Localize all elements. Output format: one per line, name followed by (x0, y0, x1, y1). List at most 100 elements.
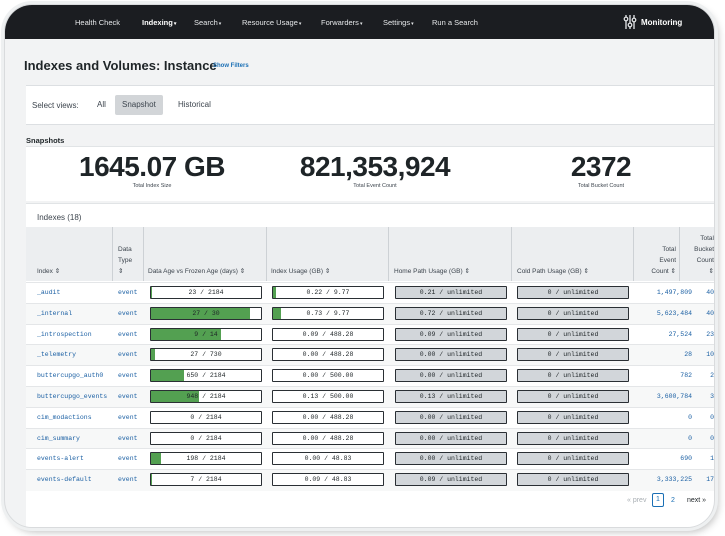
nav-forwarders[interactable]: Forwarders▾ (321, 18, 362, 27)
index-name-link[interactable]: _introspection (37, 331, 92, 338)
event-count-cell[interactable]: 690 (680, 455, 692, 462)
nav-label: Search (194, 18, 218, 27)
bucket-count-cell[interactable]: 40 (694, 289, 714, 296)
index-usage-bar: 0.00 / 48.83 (272, 452, 384, 466)
home-path-bar: 0.09 / unlimited (395, 327, 507, 341)
bucket-count-cell[interactable]: 23 (694, 331, 714, 338)
col-header-bucket-count[interactable]: Total Bucket Count ⇕ (694, 233, 714, 277)
header-line: Total (662, 246, 676, 253)
index-name-link[interactable]: cim_modactions (37, 414, 92, 421)
home-path-bar: 0.00 / unlimited (395, 348, 507, 362)
col-header-data-type[interactable]: Data Type ⇕ (118, 244, 132, 277)
data-age-text: 198 / 2184 (186, 455, 226, 463)
bucket-count-cell[interactable]: 0 (694, 435, 714, 442)
event-count-cell[interactable]: 5,623,484 (657, 310, 692, 317)
pagination-prev[interactable]: « prev (627, 497, 646, 504)
kpi-value: 2372 (570, 151, 632, 182)
index-usage-bar: 0.00 / 488.28 (272, 348, 384, 362)
data-age-text: 650 / 2184 (186, 372, 226, 380)
nav-indexing[interactable]: Indexing▾ (142, 18, 176, 27)
index-name-link[interactable]: events-default (37, 476, 92, 483)
data-age-text: 9 / 14 (194, 330, 218, 338)
column-divider (266, 227, 267, 281)
col-header-cold-path[interactable]: Cold Path Usage (GB) ⇕ (517, 266, 589, 277)
nav-health-check[interactable]: Health Check (75, 18, 120, 27)
header-line: Type (118, 257, 133, 264)
select-views-panel: Select views: All Snapshot Historical (26, 85, 714, 125)
index-usage-text: 0.00 / 488.28 (302, 413, 354, 421)
index-name-link[interactable]: buttercupgo_events (37, 393, 107, 400)
data-age-text: 27 / 730 (190, 351, 222, 359)
cold-path-bar: 0 / unlimited (517, 431, 629, 445)
home-path-text: 0.09 / unlimited (419, 476, 483, 484)
nav-label: Indexing (142, 18, 173, 27)
home-path-bar: 0.00 / unlimited (395, 369, 507, 383)
sort-icon: ⇕ (708, 268, 714, 275)
cold-path-text: 0 / unlimited (547, 393, 599, 400)
view-option-snapshot[interactable]: Snapshot (115, 95, 163, 115)
nav-resource-usage[interactable]: Resource Usage▾ (242, 18, 301, 27)
view-option-historical[interactable]: Historical (171, 95, 218, 115)
index-usage-text: 0.00 / 48.83 (304, 455, 352, 463)
nav-run-a-search[interactable]: Run a Search (432, 18, 478, 27)
cold-path-bar: 0 / unlimited (517, 452, 629, 466)
index-name-link[interactable]: _internal (37, 310, 72, 317)
index-name-link[interactable]: events-alert (37, 455, 84, 462)
nav-search[interactable]: Search▾ (194, 18, 221, 27)
bucket-count-cell[interactable]: 17 (694, 476, 714, 483)
nav-settings[interactable]: Settings▾ (383, 18, 414, 27)
cold-path-text: 0 / unlimited (547, 351, 599, 359)
table-row: events-alert event 198 / 2184 0.00 / 48.83 0… (26, 448, 714, 470)
event-count-cell[interactable]: 3,600,784 (657, 393, 692, 400)
data-type-cell: event (118, 372, 138, 380)
kpi-total-event-count: 821,353,924 Total Event Count (275, 151, 475, 189)
cold-path-text: 0 / unlimited (547, 309, 599, 317)
bucket-count-cell[interactable]: 0 (694, 414, 714, 421)
bucket-count-cell[interactable]: 2 (694, 372, 714, 379)
col-header-event-count[interactable]: Total Event Count ⇕ (651, 244, 676, 277)
kpi-value: 1645.07 GB (79, 151, 226, 182)
bucket-count-cell[interactable]: 3 (694, 393, 714, 400)
data-age-text: 0 / 2184 (190, 413, 222, 421)
cold-path-bar: 0 / unlimited (517, 327, 629, 341)
table-row: buttercupgo_auth0 event 650 / 2184 0.00 / 5… (26, 365, 714, 387)
index-name-link[interactable]: _audit (37, 289, 60, 296)
col-header-index-usage[interactable]: Index Usage (GB) ⇕ (271, 266, 330, 277)
pagination-page-1[interactable]: 1 (652, 493, 664, 507)
view-option-all[interactable]: All (90, 95, 113, 115)
event-count-cell[interactable]: 782 (680, 372, 692, 379)
table-row: _internal event 27 / 30 0.73 / 9.77 0.72 / u… (26, 302, 714, 325)
top-nav-bar: Health Check Indexing▾ Search▾ Resource … (5, 5, 714, 39)
event-count-cell[interactable]: 27,524 (669, 331, 692, 338)
event-count-cell[interactable]: 3,333,225 (657, 476, 692, 483)
kpi-total-bucket-count: 2372 Total Bucket Count (501, 151, 701, 189)
index-name-link[interactable]: cim_summary (37, 435, 80, 442)
bucket-count-cell[interactable]: 1 (694, 455, 714, 462)
index-name-link[interactable]: _telemetry (37, 351, 76, 358)
index-name-link[interactable]: buttercupgo_auth0 (37, 372, 103, 379)
snapshots-panel: 1645.07 GB Total Index Size 821,353,924 … (26, 146, 714, 201)
monitoring-app-icon (623, 15, 637, 29)
event-count-cell[interactable]: 1,497,809 (657, 289, 692, 296)
event-count-cell[interactable]: 0 (688, 435, 692, 442)
col-header-index[interactable]: Index ⇕ (37, 266, 60, 277)
bucket-count-cell[interactable]: 40 (694, 310, 714, 317)
home-path-text: 0.00 / unlimited (419, 413, 483, 421)
col-header-home-path[interactable]: Home Path Usage (GB) ⇕ (394, 266, 470, 277)
data-type-cell: event (118, 393, 138, 400)
event-count-cell[interactable]: 0 (688, 414, 692, 421)
show-filters-link[interactable]: Show Filters (213, 63, 249, 69)
chevron-down-icon: ▾ (173, 21, 177, 27)
pagination-next[interactable]: next » (687, 497, 706, 504)
sort-icon: ⇕ (118, 268, 124, 275)
event-count-cell[interactable]: 28 (684, 351, 692, 358)
data-type-cell: event (118, 476, 138, 484)
bucket-count-cell[interactable]: 10 (694, 351, 714, 358)
kpi-label: Total Event Count (353, 183, 397, 189)
col-header-data-age[interactable]: Data Age vs Frozen Age (days) ⇕ (148, 266, 245, 277)
table-row: cim_summary event 0 / 2184 0.00 / 488.28 0.0… (26, 427, 714, 450)
app-name[interactable]: Monitoring (641, 18, 682, 27)
pagination-page-2[interactable]: 2 (671, 497, 675, 504)
indexes-title: Indexes (18) (37, 213, 82, 222)
cold-path-bar: 0 / unlimited (517, 390, 629, 403)
